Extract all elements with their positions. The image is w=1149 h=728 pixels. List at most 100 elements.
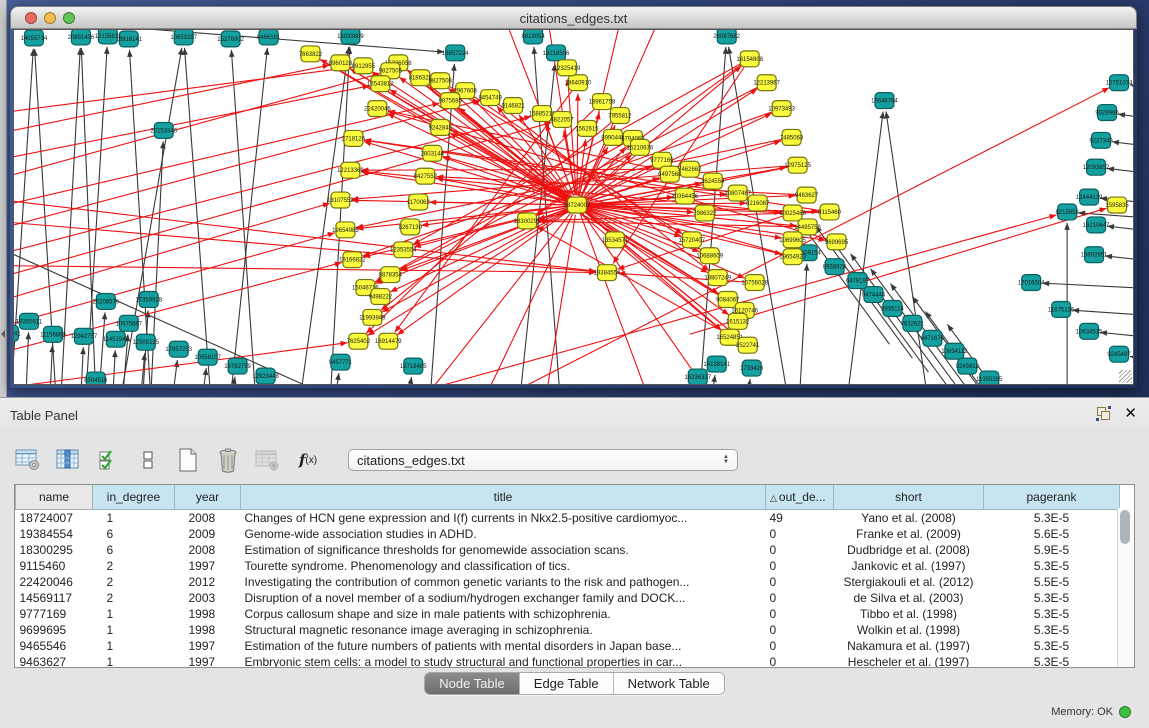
graph-node-label: 11451947 — [103, 337, 130, 343]
graph-node-label: 9875685 — [439, 99, 463, 105]
table-row[interactable]: 911546021997Tourette syndrome. Phenomeno… — [16, 558, 1120, 574]
network-canvas[interactable]: 1405571420891406189161411065328715276002… — [13, 29, 1134, 385]
column-header-year[interactable]: year — [175, 485, 241, 510]
graph-node-label: 11355395 — [976, 377, 1003, 383]
table-cell: 9465546 — [16, 638, 93, 654]
table-row[interactable]: 977716911998Corpus callosum shape and si… — [16, 606, 1120, 622]
table-panel: Table Panel ✕ — [0, 397, 1149, 728]
graph-node-label: 15276002 — [217, 37, 244, 43]
window-resize-grip[interactable] — [1119, 370, 1132, 383]
column-header-short[interactable]: short — [834, 485, 984, 510]
table-row[interactable]: 1938455462009Genome-wide association stu… — [16, 526, 1120, 542]
graph-node-label: 8938924 — [823, 265, 847, 271]
column-settings-button[interactable] — [14, 446, 42, 474]
graph-node-label: 18724007 — [564, 203, 591, 209]
column-header-title[interactable]: title — [241, 485, 766, 510]
table-row[interactable]: 946554611997Estimation of the future num… — [16, 638, 1120, 654]
table-row[interactable]: 969969511998Structural magnetic resonanc… — [16, 622, 1120, 638]
table-row[interactable]: 1830029562008Estimation of significance … — [16, 542, 1120, 558]
column-selector-button[interactable] — [54, 446, 82, 474]
table-cell: 14569117 — [16, 590, 93, 606]
graph-node-label: 8216087 — [746, 201, 770, 207]
table-scrollbar[interactable] — [1117, 508, 1133, 667]
table-cell: 5.9E-5 — [984, 542, 1120, 558]
graph-node-label: 16236337 — [684, 375, 711, 381]
graph-node-label: 11156869 — [40, 332, 66, 338]
table-tabs: Node Table Edge Table Network Table — [424, 672, 725, 695]
graph-node-label: 9457771 — [329, 360, 353, 366]
graph-node-label: 7986322 — [693, 211, 717, 217]
rows-button[interactable] — [134, 446, 162, 474]
function-builder-button[interactable]: f(x) — [294, 446, 322, 474]
graph-node-label: 15751074 — [1106, 81, 1133, 87]
table-cell: Hescheler et al. (1997) — [834, 654, 984, 668]
table-scrollbar-thumb[interactable] — [1120, 510, 1130, 544]
graph-node-label: 8878354 — [379, 273, 403, 279]
tab-edge-table[interactable]: Edge Table — [520, 673, 614, 694]
memory-indicator[interactable] — [1119, 706, 1131, 718]
table-source-select[interactable]: citations_edges.txt ▲▼ — [348, 449, 738, 471]
desktop-background: citations_edges.txt 14055714208914061891… — [0, 0, 1149, 397]
table-cell: 18724007 — [16, 510, 93, 527]
table-cell: 5.3E-5 — [984, 638, 1120, 654]
graph-node-label: 12155611 — [95, 34, 122, 40]
network-window-titlebar[interactable]: citations_edges.txt — [10, 6, 1137, 29]
network-window[interactable]: citations_edges.txt 14055714208914061891… — [10, 6, 1137, 388]
graph-node-label: 10958107 — [194, 355, 221, 361]
network-graph[interactable]: 1405571420891406189161411065328715276002… — [14, 30, 1133, 384]
graph-node-label: 19384554 — [594, 271, 621, 277]
delete-table-button-disabled — [254, 446, 282, 474]
trash-button[interactable] — [214, 446, 242, 474]
control-panel-collapsed-strip[interactable] — [0, 0, 7, 397]
table-row[interactable]: 2242004622012Investigating the contribut… — [16, 574, 1120, 590]
table-cell: Yano et al. (2008) — [834, 510, 984, 527]
graph-node-label: 18640910 — [565, 81, 592, 87]
graph-node-label: 9329966 — [1095, 111, 1119, 117]
graph-node-label: 1733426 — [740, 366, 764, 372]
table-cell: 5.3E-5 — [984, 510, 1120, 527]
table-cell: 2 — [93, 590, 175, 606]
table-cell: 6 — [93, 542, 175, 558]
graph-node-label: 10025488 — [779, 211, 806, 217]
graph-node-label: 11993949 — [359, 315, 386, 321]
graph-node-label: 3915941 — [14, 331, 21, 337]
table-row[interactable]: 1456911722003Disruption of a novel membe… — [16, 590, 1120, 606]
graph-node-label: 16914479 — [375, 339, 402, 345]
table-cell: 1 — [93, 606, 175, 622]
graph-node-label: 8267130 — [399, 225, 423, 231]
window-title: citations_edges.txt — [11, 11, 1136, 26]
float-panel-icon[interactable] — [1097, 407, 1110, 420]
table-cell: 5.3E-5 — [984, 606, 1120, 622]
graph-node-label: 8960128 — [329, 61, 353, 67]
graph-node-label: 9227349 — [1089, 138, 1113, 144]
row-checkmarks-button[interactable] — [94, 446, 122, 474]
graph-node-label: 8912955 — [352, 64, 376, 70]
graph-node-label: 19654923 — [779, 255, 806, 261]
table-cell: de Silva et al. (2003) — [834, 590, 984, 606]
table-cell: 5.3E-5 — [984, 622, 1120, 638]
column-header-in-degree[interactable]: in_degree — [93, 485, 175, 510]
panel-expand-arrow-icon[interactable] — [1, 330, 5, 338]
graph-node-label: 19350611 — [16, 319, 43, 325]
graph-node-label: 14138141 — [703, 362, 730, 368]
table-row[interactable]: 946362711997Embryonic stem cells: a mode… — [16, 654, 1120, 668]
graph-node-label: 15720407 — [678, 238, 705, 244]
tab-node-table[interactable]: Node Table — [425, 673, 520, 694]
graph-node-label: 9245612 — [956, 364, 980, 370]
graph-node-label: 9084067 — [716, 297, 740, 303]
graph-node-label: 17016504 — [1018, 281, 1045, 287]
table-row[interactable]: 1872400712008Changes of HCN gene express… — [16, 510, 1120, 527]
graph-node-label: 16154808 — [736, 57, 763, 63]
table-cell: 2012 — [175, 574, 241, 590]
new-document-button[interactable] — [174, 446, 202, 474]
table-cell: 1997 — [175, 558, 241, 574]
close-panel-icon[interactable]: ✕ — [1124, 407, 1137, 420]
column-header-out-de-[interactable]: △out_de... — [766, 485, 834, 510]
tab-network-table[interactable]: Network Table — [614, 673, 724, 694]
column-header-pagerank[interactable]: pagerank — [984, 485, 1120, 510]
graph-node-label: 9146821 — [501, 104, 525, 110]
table-cell: 0 — [766, 622, 834, 638]
select-updown-icon: ▲▼ — [723, 455, 729, 465]
status-bar: Memory: OK — [0, 700, 1149, 728]
column-header-name[interactable]: name — [16, 485, 93, 510]
